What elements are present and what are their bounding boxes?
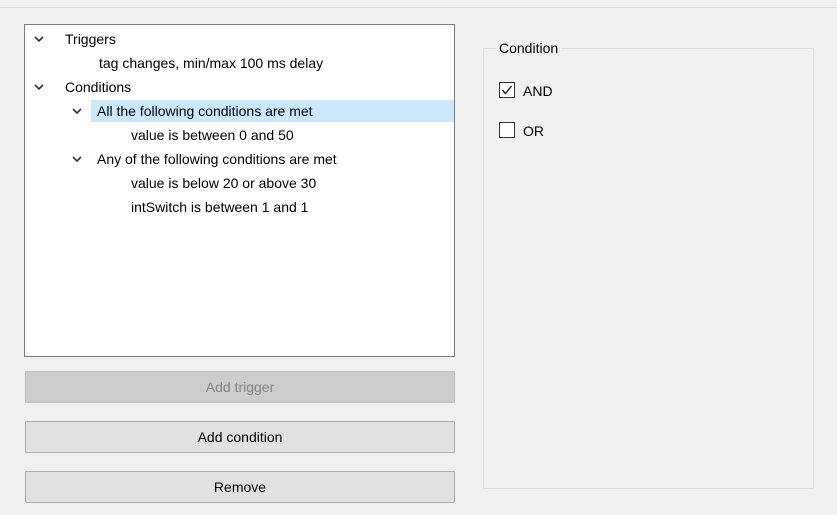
add-trigger-button[interactable]: Add trigger — [25, 371, 455, 403]
tree-item-condition-intswitch[interactable]: intSwitch is between 1 and 1 — [25, 196, 454, 218]
tree-item-trigger-tag-changes[interactable]: tag changes, min/max 100 ms delay — [25, 52, 454, 74]
chevron-down-icon[interactable] — [33, 33, 45, 45]
tree-item-any-conditions[interactable]: Any of the following conditions are met — [25, 148, 454, 170]
condition-group-title: Condition — [496, 38, 562, 58]
tree-item-label: Any of the following conditions are met — [97, 151, 337, 167]
tree-item-label: value is below 20 or above 30 — [131, 175, 317, 191]
and-checkbox[interactable] — [499, 82, 515, 98]
tree-item-label: tag changes, min/max 100 ms delay — [99, 55, 324, 71]
trigger-condition-tree[interactable]: Triggers tag changes, min/max 100 ms del… — [24, 24, 455, 357]
add-condition-button[interactable]: Add condition — [25, 421, 455, 453]
tree-item-label: Conditions — [65, 79, 132, 95]
chevron-down-icon[interactable] — [71, 153, 83, 165]
chevron-down-icon[interactable] — [33, 81, 45, 93]
tree-item-label: intSwitch is between 1 and 1 — [131, 199, 309, 215]
condition-editor-window: Triggers tag changes, min/max 100 ms del… — [0, 0, 837, 515]
top-divider — [0, 7, 837, 8]
condition-groupbox — [483, 48, 814, 489]
tree-item-label: Triggers — [65, 31, 116, 47]
tree-item-all-conditions-content[interactable]: All the following conditions are met — [25, 100, 454, 122]
tree-item-condition-value-below-above[interactable]: value is below 20 or above 30 — [25, 172, 454, 194]
or-checkbox[interactable] — [499, 122, 515, 138]
chevron-down-icon[interactable] — [71, 105, 83, 117]
checkmark-icon — [501, 85, 513, 95]
remove-button[interactable]: Remove — [25, 471, 455, 503]
tree-item-label: value is between 0 and 50 — [131, 127, 294, 143]
tree-item-condition-value-between[interactable]: value is between 0 and 50 — [25, 124, 454, 146]
tree-item-conditions[interactable]: Conditions — [25, 76, 454, 98]
tree-item-triggers[interactable]: Triggers — [25, 28, 454, 50]
tree-item-label: All the following conditions are met — [97, 103, 313, 119]
and-checkbox-label: AND — [523, 83, 553, 99]
or-checkbox-label: OR — [523, 123, 544, 139]
